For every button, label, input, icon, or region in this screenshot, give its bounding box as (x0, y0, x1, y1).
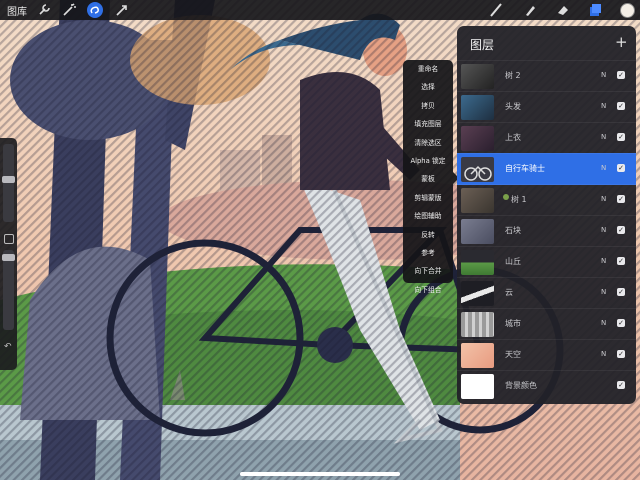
smudge-icon[interactable] (522, 2, 538, 18)
magic-wand-icon[interactable] (61, 2, 77, 18)
visibility-checkbox[interactable]: ✓ (617, 350, 625, 358)
blend-mode[interactable]: N (601, 164, 606, 172)
top-toolbar: 图库 (0, 0, 640, 20)
menu-item-alpha-lock[interactable]: Alpha 锁定 (403, 152, 453, 170)
blend-mode[interactable]: N (601, 319, 606, 327)
layer-thumbnail (461, 219, 494, 244)
visibility-checkbox[interactable]: ✓ (617, 381, 625, 389)
layer-name: 山丘 (505, 257, 521, 266)
layer-thumbnail (461, 64, 494, 89)
eyedropper-button[interactable] (4, 234, 14, 244)
layer-name: 自行车骑士 (505, 164, 545, 173)
visibility-checkbox[interactable]: ✓ (617, 288, 625, 296)
visibility-checkbox[interactable]: ✓ (617, 257, 625, 265)
layers-icon[interactable] (587, 2, 603, 18)
menu-item-drawing-assist[interactable]: 绘图辅助 (403, 207, 453, 225)
gallery-button[interactable]: 图库 (7, 3, 27, 18)
blend-mode[interactable]: N (601, 195, 606, 203)
menu-item-combine-down[interactable]: 向下组合 (403, 281, 453, 299)
undo-icon[interactable]: ↶ (4, 342, 12, 352)
blend-mode[interactable]: N (601, 350, 606, 358)
layer-thumbnail (461, 281, 494, 306)
blend-mode[interactable]: N (601, 133, 606, 141)
blend-mode[interactable]: N (601, 102, 606, 110)
blend-mode[interactable]: N (601, 71, 606, 79)
menu-item-invert[interactable]: 反转 (403, 226, 453, 244)
opacity-slider[interactable] (2, 250, 15, 330)
tree-icon (503, 194, 509, 200)
blend-mode[interactable]: N (601, 257, 606, 265)
layer-row[interactable]: 天空 N ✓ (457, 339, 636, 371)
layer-row-selected[interactable]: 自行车骑士 N ✓ (457, 153, 636, 185)
home-indicator[interactable] (240, 472, 400, 476)
menu-item-reference[interactable]: 参考 (403, 244, 453, 262)
brush-size-slider[interactable] (2, 144, 15, 222)
visibility-checkbox[interactable]: ✓ (617, 102, 625, 110)
layer-name: 树 1 (511, 195, 527, 204)
layer-thumbnail (461, 343, 494, 368)
menu-item-clipping-mask[interactable]: 剪辑蒙版 (403, 189, 453, 207)
layer-name: 石块 (505, 226, 521, 235)
layer-thumbnail (461, 374, 494, 399)
layer-name: 头发 (505, 102, 521, 111)
visibility-checkbox[interactable]: ✓ (617, 226, 625, 234)
menu-item-clear-selection[interactable]: 清除选区 (403, 134, 453, 152)
layer-name: 城市 (505, 319, 521, 328)
layer-name: 背景颜色 (505, 381, 537, 390)
layer-thumbnail (461, 188, 494, 213)
layer-row[interactable]: 背景颜色 ✓ (457, 370, 636, 402)
layer-row[interactable]: 山丘 N ✓ (457, 246, 636, 278)
layer-row[interactable]: 上衣 N ✓ (457, 122, 636, 154)
layer-thumbnail (461, 157, 494, 182)
layer-name: 云 (505, 288, 513, 297)
visibility-checkbox[interactable]: ✓ (617, 319, 625, 327)
layer-name: 天空 (505, 350, 521, 359)
brush-icon[interactable] (488, 2, 504, 18)
brush-size-thumb[interactable] (2, 176, 15, 183)
menu-item-rename[interactable]: 重命名 (403, 60, 453, 78)
menu-item-select[interactable]: 选择 (403, 78, 453, 96)
layer-name: 树 2 (505, 71, 521, 80)
layer-row[interactable]: 石块 N ✓ (457, 215, 636, 247)
menu-item-copy[interactable]: 拷贝 (403, 97, 453, 115)
color-swatch[interactable] (620, 3, 635, 18)
layer-thumbnail (461, 250, 494, 275)
menu-item-fill-layer[interactable]: 填充图层 (403, 115, 453, 133)
visibility-checkbox[interactable]: ✓ (617, 164, 625, 172)
visibility-checkbox[interactable]: ✓ (617, 195, 625, 203)
panel-title: 图层 (470, 38, 495, 52)
layer-thumbnail (461, 95, 494, 120)
opacity-thumb[interactable] (2, 254, 15, 261)
visibility-checkbox[interactable]: ✓ (617, 133, 625, 141)
layer-row[interactable]: 城市 N ✓ (457, 308, 636, 340)
transform-arrow-icon[interactable] (114, 2, 130, 18)
layer-row[interactable]: 树 2 N ✓ (457, 60, 636, 92)
add-layer-button[interactable]: + (615, 33, 628, 51)
layer-row[interactable]: 云 N ✓ (457, 277, 636, 309)
left-sidebar: ↶ (0, 138, 17, 370)
menu-item-merge-down[interactable]: 向下合并 (403, 262, 453, 280)
layer-row[interactable]: 树 1 N ✓ (457, 184, 636, 216)
blend-mode[interactable]: N (601, 226, 606, 234)
layer-name: 上衣 (505, 133, 521, 142)
layer-context-menu: 重命名 选择 拷贝 填充图层 清除选区 Alpha 锁定 蒙板 剪辑蒙版 绘图辅… (403, 60, 453, 294)
layers-panel: 图层 + 树 2 N ✓ 头发 N ✓ 上衣 N ✓ 自行车骑士 N ✓ 树 1… (457, 26, 636, 404)
layer-row[interactable]: 头发 N ✓ (457, 91, 636, 123)
blend-mode[interactable]: N (601, 288, 606, 296)
eraser-icon[interactable] (555, 2, 571, 18)
layer-thumbnail (461, 126, 494, 151)
visibility-checkbox[interactable]: ✓ (617, 71, 625, 79)
menu-item-mask[interactable]: 蒙板 (403, 170, 453, 188)
wrench-icon[interactable] (36, 2, 52, 18)
layer-thumbnail (461, 312, 494, 337)
selection-icon[interactable] (87, 2, 103, 18)
